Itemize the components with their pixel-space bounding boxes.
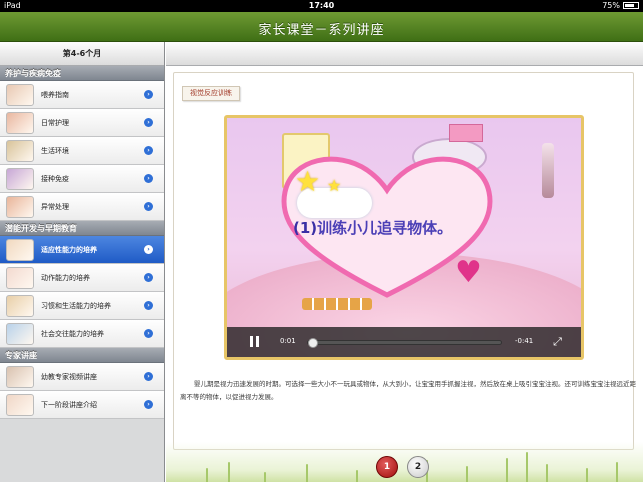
progress-slider[interactable] (307, 338, 502, 348)
grass-decoration (166, 442, 643, 482)
thumbnail-image (6, 196, 34, 218)
grass-blade (206, 468, 208, 482)
sidebar-item-label: 接种免疫 (41, 175, 69, 183)
thumbnail-image (6, 366, 34, 388)
group-header-education: 潜能开发与早期教育 (0, 221, 164, 236)
battery-status: 75% (602, 1, 639, 10)
grass-blade (356, 470, 358, 482)
sidebar-item-label: 喂养指南 (41, 91, 69, 99)
heart-icon: ♥ (455, 255, 482, 290)
sidebar-item-abnormal[interactable]: 异常处理 › (0, 193, 164, 221)
sidebar-item-label: 下一阶段讲座介绍 (41, 401, 97, 409)
chevron-right-icon: › (144, 301, 153, 310)
thumbnail-image (6, 168, 34, 190)
caption-text: 训练小儿追寻物体。 (317, 219, 453, 237)
sidebar-item-expert-video[interactable]: 幼教专家视频讲座 › (0, 363, 164, 391)
sidebar-item-motor[interactable]: 动作能力的培养 › (0, 264, 164, 292)
thumbnail-image (6, 112, 34, 134)
status-bar: iPad 17:40 75% (0, 0, 643, 12)
chevron-right-icon: › (144, 90, 153, 99)
grass-blade (466, 466, 468, 482)
grass-blade (506, 458, 508, 482)
section-tag: 视觉反应训练 (182, 86, 240, 101)
sidebar-item-social[interactable]: 社会交往能力的培养 › (0, 320, 164, 348)
sidebar-item-label: 习惯和生活能力的培养 (41, 302, 111, 310)
group-header-experts: 专家讲座 (0, 348, 164, 363)
chevron-right-icon: › (144, 400, 153, 409)
sidebar: 第4-6个月 养护与疾病免疫 喂养指南 › 日常护理 › 生活环境 › 接种免疫… (0, 42, 165, 482)
caption-number: (1) (293, 219, 318, 237)
video-scene-lamp (542, 143, 554, 198)
sidebar-item-label: 适应性能力的培养 (41, 246, 97, 254)
chevron-right-icon: › (144, 202, 153, 211)
fullscreen-icon[interactable]: ⤢ (551, 335, 564, 348)
sidebar-item-label: 日常护理 (41, 119, 69, 127)
remaining-time: -0:41 (515, 337, 534, 345)
sidebar-item-daily-care[interactable]: 日常护理 › (0, 109, 164, 137)
star-icon: ★ (295, 165, 321, 198)
group-header-care: 养护与疾病免疫 (0, 66, 164, 81)
chevron-right-icon: › (144, 372, 153, 381)
page-button-2[interactable]: 2 (407, 456, 429, 478)
chevron-right-icon: › (144, 273, 153, 282)
star-icon: ★ (327, 176, 342, 195)
progress-handle[interactable] (307, 338, 318, 348)
chevron-right-icon: › (144, 329, 153, 338)
content-header (166, 42, 643, 66)
chevron-right-icon: › (144, 245, 153, 254)
thumbnail-image (6, 239, 34, 261)
sidebar-item-feeding[interactable]: 喂养指南 › (0, 81, 164, 109)
current-time: 0:01 (280, 337, 296, 345)
grass-blade (264, 472, 266, 482)
grass-blade (586, 468, 588, 482)
sidebar-item-vaccination[interactable]: 接种免疫 › (0, 165, 164, 193)
video-scene-gift (449, 124, 483, 142)
video-caption: (1)训练小儿追寻物体。 (293, 219, 463, 238)
battery-percent: 75% (602, 1, 620, 10)
main-content: 视觉反应训练 ★ ★ (1)训练小儿追寻物体。 ♥ 0:01 -0:41 ⤢ 婴… (166, 42, 643, 482)
video-controls: 0:01 -0:41 ⤢ (227, 327, 581, 357)
sidebar-item-label: 异常处理 (41, 203, 69, 211)
sidebar-item-label: 动作能力的培养 (41, 274, 90, 282)
chevron-right-icon: › (144, 174, 153, 183)
grass-blade (546, 464, 548, 482)
thumbnail-image (6, 140, 34, 162)
sidebar-header: 第4-6个月 (0, 42, 164, 66)
sidebar-item-label: 生活环境 (41, 147, 69, 155)
thumbnail-image (6, 323, 34, 345)
thumbnail-image (6, 84, 34, 106)
sidebar-item-label: 社会交往能力的培养 (41, 330, 104, 338)
sidebar-item-environment[interactable]: 生活环境 › (0, 137, 164, 165)
description-text: 婴儿期是视力迅速发展的时期。可选择一些大小不一玩具或物体，从大到小，让宝宝用手抓… (180, 380, 636, 401)
video-scene-toys (302, 298, 372, 310)
grass-blade (228, 462, 230, 482)
page-title: 家长课堂－系列讲座 (258, 23, 385, 38)
clock: 17:40 (308, 1, 335, 10)
chevron-right-icon: › (144, 146, 153, 155)
thumbnail-image (6, 267, 34, 289)
grass-blade (526, 452, 528, 482)
title-bar: 家长课堂－系列讲座 (0, 12, 643, 42)
battery-icon (623, 2, 639, 9)
grass-blade (306, 464, 308, 482)
chevron-right-icon: › (144, 118, 153, 127)
thumbnail-image (6, 394, 34, 416)
sidebar-item-label: 幼教专家视频讲座 (41, 373, 97, 381)
page-button-1[interactable]: 1 (376, 456, 398, 478)
thumbnail-image (6, 295, 34, 317)
grass-blade (616, 462, 618, 482)
sidebar-item-habits[interactable]: 习惯和生活能力的培养 › (0, 292, 164, 320)
video-player[interactable]: ★ ★ (1)训练小儿追寻物体。 ♥ 0:01 -0:41 ⤢ (224, 115, 584, 360)
pause-button[interactable] (249, 336, 261, 348)
sidebar-item-adaptability[interactable]: 适应性能力的培养 › (0, 236, 164, 264)
sidebar-item-next-stage[interactable]: 下一阶段讲座介绍 › (0, 391, 164, 419)
